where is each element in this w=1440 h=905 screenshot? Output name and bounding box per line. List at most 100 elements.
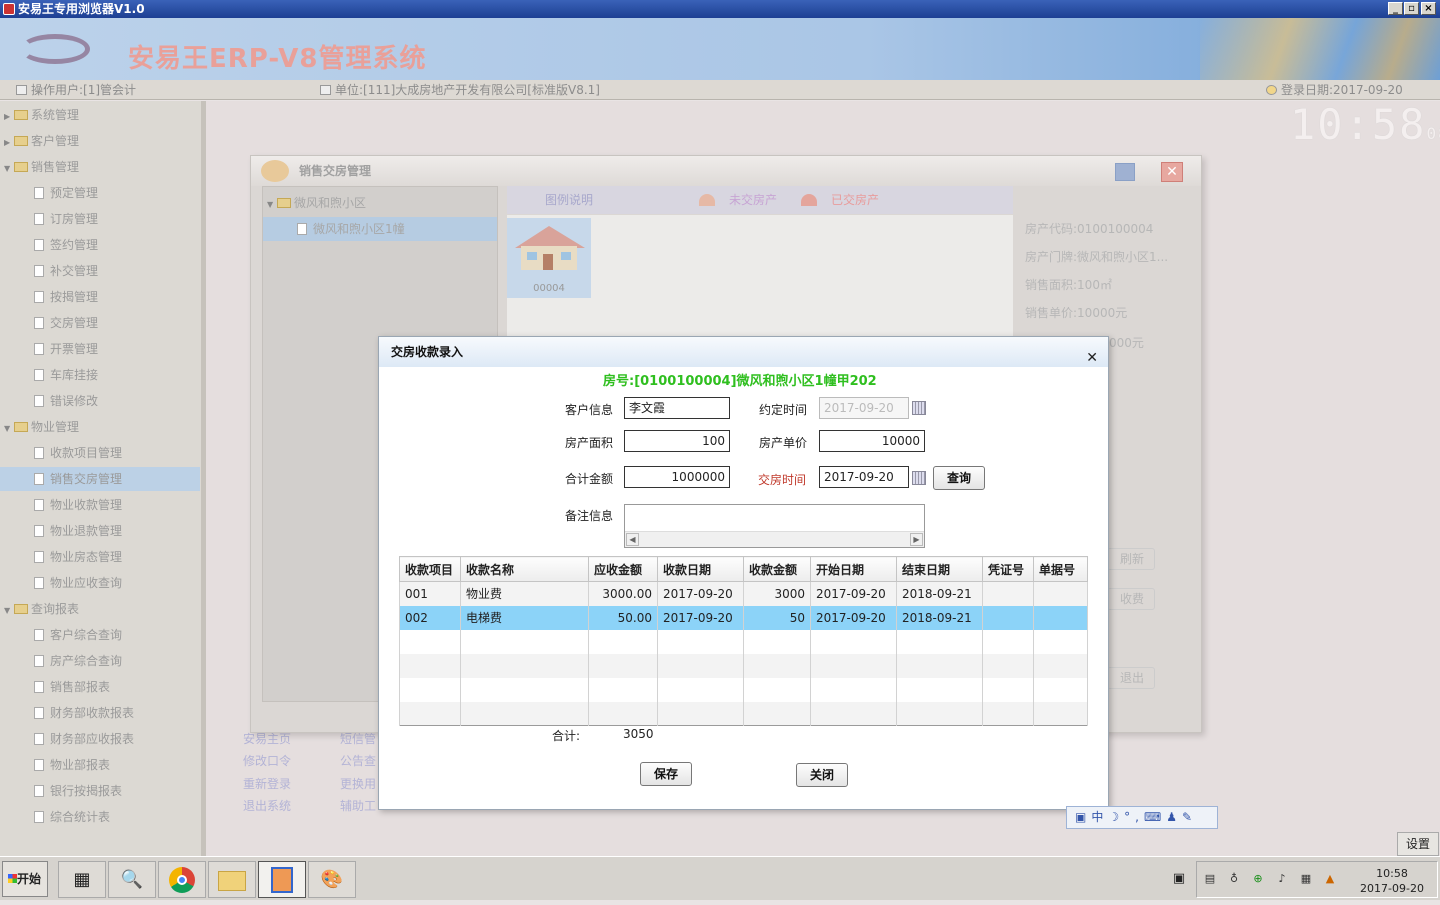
cell-document[interactable] bbox=[1033, 605, 1088, 630]
query-button[interactable]: 查询 bbox=[933, 466, 985, 490]
cell-start-date[interactable]: 2017-09-20 bbox=[810, 605, 897, 630]
sidebar-item-property-status[interactable]: 物业房态管理 bbox=[34, 545, 122, 569]
handover-time-field[interactable]: 2017-09-20 bbox=[819, 466, 909, 488]
paint-app[interactable]: 🎨 bbox=[308, 861, 356, 898]
table-row[interactable]: 002 电梯费 50.00 2017-09-20 50 2017-09-20 2… bbox=[399, 605, 1088, 630]
sidebar-item-sales[interactable]: ▼ 销售管理 bbox=[4, 155, 200, 179]
sidebar-item-reservation[interactable]: 预定管理 bbox=[34, 181, 98, 205]
cell-receivable[interactable]: 3000.00 bbox=[588, 581, 658, 606]
customer-field[interactable]: 李文霞 bbox=[624, 397, 730, 419]
refresh-button[interactable]: 刷新 bbox=[1107, 548, 1155, 570]
remarks-scrollbar[interactable]: ◀ ▶ bbox=[625, 531, 924, 547]
ime-wrench-icon[interactable]: ✎ bbox=[1182, 810, 1197, 824]
sidebar-item-finance-receivable[interactable]: 财务部应收报表 bbox=[34, 727, 134, 751]
tree-node-community[interactable]: ▼ 微风和煦小区 bbox=[267, 191, 366, 215]
cell-received[interactable]: 3000 bbox=[743, 581, 811, 606]
show-desktop-icon[interactable]: ▣ bbox=[1168, 861, 1190, 898]
settings-button[interactable]: 设置 bbox=[1397, 832, 1439, 856]
column-header[interactable]: 收款日期 bbox=[657, 556, 744, 582]
ime-language[interactable]: 中 bbox=[1091, 810, 1108, 824]
tray-clock[interactable]: 10:58 2017-09-20 bbox=[1347, 866, 1437, 896]
sidebar-item-property-charge[interactable]: 物业收款管理 bbox=[34, 493, 122, 517]
column-header[interactable]: 开始日期 bbox=[810, 556, 897, 582]
sidebar-item-mortgage[interactable]: 按揭管理 bbox=[34, 285, 98, 309]
unit-price-field[interactable]: 10000 bbox=[819, 430, 925, 452]
anyiwang-browser-app[interactable] bbox=[258, 861, 306, 898]
cell-document[interactable] bbox=[1033, 581, 1088, 606]
cell-item-name[interactable]: 电梯费 bbox=[460, 605, 589, 630]
ime-user-icon[interactable]: ♟ bbox=[1166, 810, 1182, 824]
volume-icon[interactable]: ♪ bbox=[1275, 872, 1289, 886]
house-tile[interactable]: 00004 bbox=[507, 218, 591, 298]
sidebar-item-sales-report[interactable]: 销售部报表 bbox=[34, 675, 110, 699]
column-header[interactable]: 结束日期 bbox=[896, 556, 983, 582]
sidebar-item-reports[interactable]: ▼ 查询报表 bbox=[4, 597, 200, 621]
sidebar-item-receivable-query[interactable]: 物业应收查询 bbox=[34, 571, 122, 595]
network-icon[interactable]: ▦ bbox=[1299, 872, 1313, 886]
cell-end-date[interactable]: 2018-09-21 bbox=[896, 581, 983, 606]
column-header[interactable]: 凭证号 bbox=[982, 556, 1034, 582]
ime-keyboard-icon[interactable]: ⌨ bbox=[1144, 810, 1166, 824]
sidebar-item-handover[interactable]: 交房管理 bbox=[34, 311, 98, 335]
ime-punct-icon[interactable]: °, bbox=[1124, 810, 1144, 824]
link-exit[interactable]: 退出系统 bbox=[243, 797, 291, 814]
collapse-arrow-icon[interactable]: ▼ bbox=[267, 193, 277, 217]
sidebar-item-contract[interactable]: 签约管理 bbox=[34, 233, 98, 257]
column-header[interactable]: 收款金额 bbox=[743, 556, 811, 582]
cell-voucher[interactable] bbox=[982, 605, 1034, 630]
bulb-icon[interactable]: ♁ bbox=[1227, 872, 1241, 886]
cell-item-name[interactable]: 物业费 bbox=[460, 581, 589, 606]
sidebar-item-bank-mortgage[interactable]: 银行按揭报表 bbox=[34, 779, 122, 803]
sidebar-item-booking[interactable]: 订房管理 bbox=[34, 207, 98, 231]
column-header[interactable]: 单据号 bbox=[1033, 556, 1088, 582]
scroll-left-icon[interactable]: ◀ bbox=[626, 533, 639, 546]
start-button[interactable]: 开始 bbox=[2, 861, 48, 897]
sidebar-item-supplement[interactable]: 补交管理 bbox=[34, 259, 98, 283]
calendar-icon[interactable] bbox=[912, 471, 926, 485]
column-header[interactable]: 收款名称 bbox=[460, 556, 589, 582]
sidebar-item-garage[interactable]: 车库挂接 bbox=[34, 363, 98, 387]
collapse-arrow-icon[interactable]: ▼ bbox=[4, 417, 14, 441]
sidebar-item-invoice[interactable]: 开票管理 bbox=[34, 337, 98, 361]
column-header[interactable]: 收款项目 bbox=[399, 556, 461, 582]
total-field[interactable]: 1000000 bbox=[624, 466, 730, 488]
collapse-arrow-icon[interactable]: ▼ bbox=[4, 599, 14, 623]
sidebar-item-customer-query[interactable]: 客户综合查询 bbox=[34, 623, 122, 647]
ime-toolbar[interactable]: ▣中☽°,⌨♟✎ bbox=[1066, 806, 1218, 829]
sidebar-item-property-query[interactable]: 房产综合查询 bbox=[34, 649, 122, 673]
link-relogin[interactable]: 重新登录 bbox=[243, 775, 291, 792]
cell-start-date[interactable]: 2017-09-20 bbox=[810, 581, 897, 606]
explorer-search-app[interactable]: 🔍 bbox=[108, 861, 156, 898]
dialog-close-button[interactable]: 关闭 bbox=[796, 763, 848, 787]
dialog-close-icon[interactable]: ✕ bbox=[1086, 343, 1098, 373]
area-field[interactable]: 100 bbox=[624, 430, 730, 452]
window-minimize-button[interactable] bbox=[1115, 163, 1135, 181]
expand-arrow-icon[interactable]: ▶ bbox=[4, 105, 14, 129]
folder-app[interactable] bbox=[208, 861, 256, 898]
table-row[interactable]: 001 物业费 3000.00 2017-09-20 3000 2017-09-… bbox=[399, 581, 1088, 606]
restore-button[interactable]: ▫ bbox=[1404, 2, 1419, 15]
expand-arrow-icon[interactable]: ▶ bbox=[4, 131, 14, 155]
scroll-right-icon[interactable]: ▶ bbox=[910, 533, 923, 546]
link-tools[interactable]: 辅助工 bbox=[340, 797, 376, 814]
window-close-button[interactable]: ✕ bbox=[1161, 162, 1183, 182]
sidebar-item-error-fix[interactable]: 错误修改 bbox=[34, 389, 98, 413]
chart-icon[interactable]: ▲ bbox=[1323, 872, 1337, 886]
sidebar-item-charge-items[interactable]: 收款项目管理 bbox=[34, 441, 122, 465]
cell-receivable[interactable]: 50.00 bbox=[588, 605, 658, 630]
sidebar-item-system[interactable]: ▶ 系统管理 bbox=[4, 103, 200, 127]
ime-menu-icon[interactable]: ▣ bbox=[1075, 810, 1091, 824]
ime-moon-icon[interactable]: ☽ bbox=[1108, 810, 1124, 824]
cell-end-date[interactable]: 2018-09-21 bbox=[896, 605, 983, 630]
sidebar-item-finance-collection[interactable]: 财务部收款报表 bbox=[34, 701, 134, 725]
cell-voucher[interactable] bbox=[982, 581, 1034, 606]
exit-button[interactable]: 退出 bbox=[1107, 667, 1155, 689]
cell-receive-date[interactable]: 2017-09-20 bbox=[657, 581, 744, 606]
link-switch-user[interactable]: 更换用 bbox=[340, 775, 376, 792]
sidebar-item-customer[interactable]: ▶ 客户管理 bbox=[4, 129, 200, 153]
link-notice[interactable]: 公告查 bbox=[340, 752, 376, 769]
calendar-icon[interactable] bbox=[912, 401, 926, 415]
sidebar-item-sales-handover[interactable]: 销售交房管理 bbox=[0, 467, 200, 491]
cell-received[interactable]: 50 bbox=[743, 605, 811, 630]
link-change-password[interactable]: 修改口令 bbox=[243, 752, 291, 769]
